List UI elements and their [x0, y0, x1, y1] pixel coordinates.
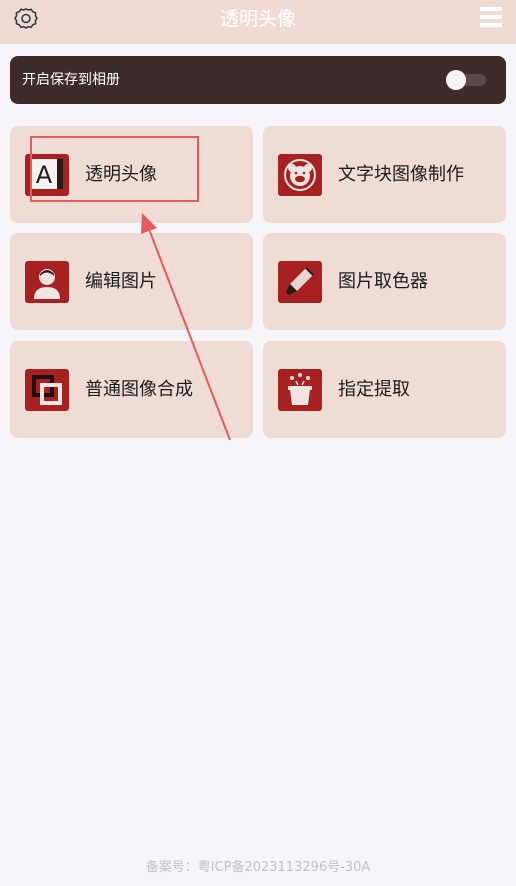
color-picker-pen-icon [278, 261, 322, 303]
tool-card-specified-extract[interactable]: 指定提取 [263, 341, 506, 438]
person-portrait-icon [25, 261, 69, 303]
save-to-album-label: 开启保存到相册 [22, 72, 120, 88]
pig-face-icon [278, 154, 322, 196]
highlight-box [30, 136, 199, 202]
tool-card-image-compose[interactable]: 普通图像合成 [10, 341, 253, 438]
tool-label: 文字块图像制作 [338, 164, 464, 185]
save-to-album-bar: 开启保存到相册 [10, 56, 506, 104]
save-to-album-toggle[interactable] [446, 70, 486, 90]
tool-card-color-picker[interactable]: 图片取色器 [263, 233, 506, 330]
hamburger-menu-icon[interactable] [480, 7, 502, 31]
tool-label: 图片取色器 [338, 271, 428, 292]
overlapping-squares-icon [25, 369, 69, 411]
tool-label: 普通图像合成 [85, 379, 193, 400]
tool-card-text-block-image[interactable]: 文字块图像制作 [263, 126, 506, 223]
tool-label: 编辑图片 [85, 271, 157, 292]
page-title: 透明头像 [219, 8, 296, 30]
icp-record[interactable]: 备案号：粤ICP备2023113296号-30A [0, 856, 516, 875]
tool-label: 指定提取 [338, 379, 410, 400]
top-bar: 透明头像 [0, 0, 516, 44]
magic-hat-icon [278, 369, 322, 411]
tool-card-edit-image[interactable]: 编辑图片 [10, 233, 253, 330]
